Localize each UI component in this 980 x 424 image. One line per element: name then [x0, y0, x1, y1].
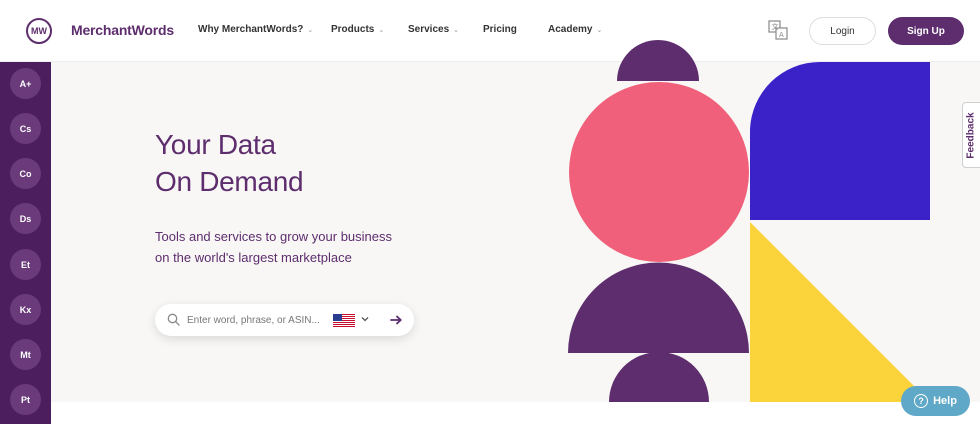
chevron-down-icon[interactable] — [360, 314, 370, 324]
feedback-label: Feedback — [966, 111, 978, 159]
us-flag-icon[interactable] — [333, 314, 355, 327]
pink-circle — [569, 82, 749, 262]
keyword-search-box — [155, 304, 414, 336]
hero-subtitle: Tools and services to grow your business… — [155, 226, 415, 268]
hero-title-line-2: On Demand — [155, 166, 304, 197]
search-submit-arrow-icon[interactable] — [389, 313, 403, 327]
blue-quarter-shape — [750, 61, 930, 220]
search-icon — [167, 313, 180, 326]
hero-subtitle-line-1: Tools and services to grow your business — [155, 229, 393, 244]
search-input[interactable] — [187, 310, 332, 330]
purple-half-circle-large — [568, 262, 749, 353]
question-mark-icon: ? — [914, 394, 929, 408]
hero-title: Your Data On Demand — [155, 126, 304, 200]
purple-circle-bottom — [609, 352, 709, 402]
hero-subtitle-line-2: on the world's largest marketplace — [155, 250, 352, 265]
help-label: Help — [933, 395, 957, 407]
feedback-tab[interactable]: Feedback — [962, 102, 980, 168]
purple-half-circle-top — [617, 40, 699, 81]
yellow-triangle — [750, 222, 930, 402]
help-button[interactable]: ? Help — [901, 386, 970, 416]
hero-title-line-1: Your Data — [155, 129, 276, 160]
hero-illustration — [568, 40, 930, 402]
bottom-strip — [51, 402, 980, 424]
